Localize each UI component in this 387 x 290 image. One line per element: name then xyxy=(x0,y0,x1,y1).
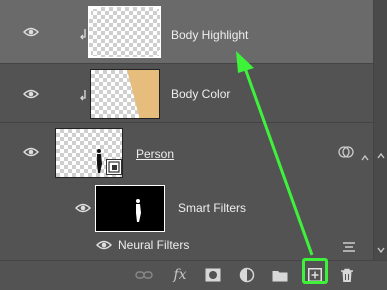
collapse-chevron-icon[interactable] xyxy=(361,148,369,161)
layer-thumbnail xyxy=(90,69,160,119)
clipping-arrow-icon xyxy=(78,88,90,101)
adjustment-layer-icon[interactable] xyxy=(238,267,256,283)
layers-panel-toolbar: fx xyxy=(0,260,387,290)
smart-object-badge-icon xyxy=(106,159,122,175)
layer-name: Body Highlight xyxy=(171,28,249,42)
visibility-eye-icon[interactable] xyxy=(23,89,39,99)
scroll-down-arrow-icon[interactable] xyxy=(377,240,385,258)
layers-scrollbar[interactable] xyxy=(373,0,387,260)
filter-blending-options-icon[interactable] xyxy=(342,240,356,252)
visibility-eye-icon[interactable] xyxy=(23,27,39,37)
link-layers-icon[interactable] xyxy=(135,267,153,283)
layer-thumbnail xyxy=(55,128,123,178)
layer-row-body-highlight[interactable]: Body Highlight xyxy=(0,0,374,64)
layer-thumbnail xyxy=(88,6,161,58)
layer-name: Body Color xyxy=(171,87,231,101)
delete-layer-trash-icon[interactable] xyxy=(338,267,356,283)
add-layer-mask-icon[interactable] xyxy=(204,267,222,283)
layer-row-body-color[interactable]: Body Color xyxy=(0,64,374,123)
add-layer-style-icon[interactable]: fx xyxy=(171,267,189,283)
annotation-highlight-box xyxy=(302,258,328,284)
filter-mask-thumbnail xyxy=(95,185,165,232)
visibility-eye-icon[interactable] xyxy=(96,240,112,250)
layer-name: Smart Filters xyxy=(178,201,247,215)
new-group-folder-icon[interactable] xyxy=(271,267,289,283)
layer-row-person[interactable]: Person xyxy=(0,123,374,181)
visibility-eye-icon[interactable] xyxy=(23,147,39,157)
layer-row-neural-filters[interactable]: Neural Filters xyxy=(0,235,374,260)
smart-filter-indicator-icon[interactable] xyxy=(338,145,354,159)
visibility-eye-icon[interactable] xyxy=(75,203,91,213)
layer-name: Neural Filters xyxy=(118,238,190,252)
layers-list: Body Highlight Body Color Person Smart F… xyxy=(0,0,374,260)
layer-row-smart-filters[interactable]: Smart Filters xyxy=(0,181,374,235)
layer-name: Person xyxy=(136,147,175,161)
scroll-up-arrow-icon[interactable] xyxy=(377,146,385,164)
